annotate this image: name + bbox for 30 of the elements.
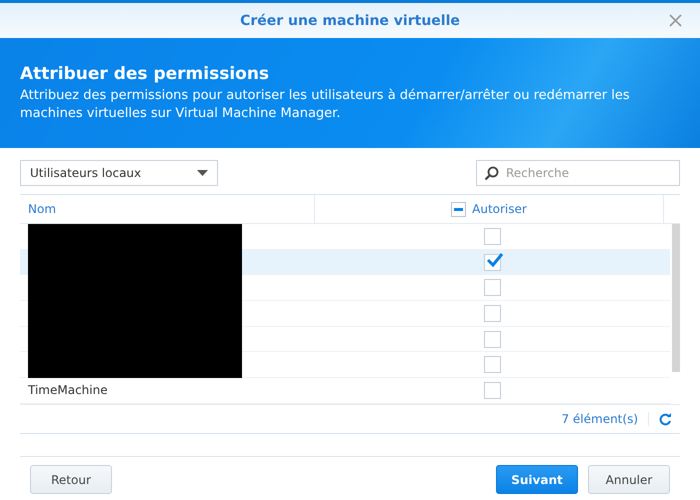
allow-checkbox[interactable] bbox=[484, 279, 501, 296]
search-icon bbox=[484, 166, 499, 181]
indeterminate-checkbox[interactable] bbox=[451, 202, 466, 216]
table-row[interactable] bbox=[20, 326, 670, 352]
allow-checkbox[interactable] bbox=[484, 356, 501, 374]
table-row[interactable] bbox=[20, 275, 670, 302]
banner-title: Attribuer des permissions bbox=[20, 64, 270, 84]
table-row[interactable] bbox=[20, 352, 670, 378]
cancel-button[interactable]: Annuler bbox=[588, 465, 670, 494]
allow-checkbox[interactable] bbox=[484, 304, 501, 322]
search-field[interactable]: Recherche bbox=[476, 160, 680, 186]
table-row[interactable] bbox=[20, 301, 670, 327]
caret-icon bbox=[197, 170, 208, 176]
refresh-icon[interactable] bbox=[659, 412, 672, 426]
table-row[interactable] bbox=[20, 250, 670, 276]
column-header[interactable]: Autoriser bbox=[472, 202, 527, 216]
allow-checkbox[interactable] bbox=[484, 228, 501, 245]
column-header[interactable]: Nom bbox=[28, 202, 56, 216]
allow-checkbox[interactable] bbox=[484, 254, 501, 271]
table-row[interactable] bbox=[20, 224, 670, 250]
scrollbar[interactable] bbox=[672, 224, 680, 372]
user-name: TimeMachine bbox=[28, 383, 108, 398]
allow-checkbox[interactable] bbox=[484, 330, 501, 348]
user-type-dropdown[interactable]: Utilisateurs locaux bbox=[20, 160, 218, 186]
item-count: 7 élément(s) bbox=[561, 412, 649, 426]
banner-description: Attribuez des permissions pour autoriser les utilisateurs à démarrer/arrêter ou redémarrer les machines virtuelles sur Virtual Machine Manager. bbox=[20, 87, 631, 123]
back-button[interactable]: Retour bbox=[30, 465, 112, 494]
close-icon[interactable] bbox=[669, 14, 682, 27]
window-title: Créer une machine virtuelle bbox=[240, 12, 460, 28]
allow-checkbox[interactable] bbox=[484, 382, 501, 399]
